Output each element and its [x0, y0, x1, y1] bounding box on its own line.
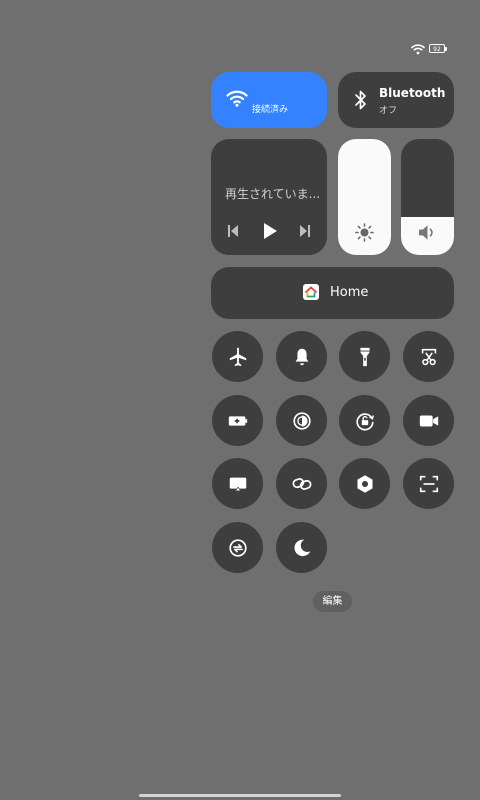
settings-toggle[interactable] — [339, 458, 390, 509]
reading-mode-toggle[interactable] — [276, 395, 327, 446]
data-saver-icon — [228, 538, 247, 557]
settings-hex-icon — [356, 474, 373, 493]
media-player-tile[interactable]: 再生されていま... — [211, 139, 327, 255]
bluetooth-title: Bluetooth — [379, 86, 446, 100]
home-indicator[interactable] — [139, 794, 341, 797]
cast-icon — [229, 477, 246, 491]
notification-toggle[interactable] — [276, 331, 327, 382]
link-icon — [292, 477, 311, 490]
media-title: 再生されていま... — [225, 187, 321, 201]
reading-mode-icon — [292, 411, 311, 430]
home-label: Home — [330, 285, 369, 300]
battery-saver-icon — [228, 415, 247, 426]
battery-saver-toggle[interactable] — [212, 395, 263, 446]
dark-mode-moon-icon — [293, 539, 310, 556]
brightness-slider[interactable] — [338, 139, 391, 255]
rotation-lock-toggle[interactable] — [339, 395, 390, 446]
wifi-status: 接続済み — [252, 105, 289, 115]
rotation-lock-icon — [355, 412, 374, 430]
flashlight-icon — [359, 347, 370, 366]
screenshot-toggle[interactable] — [403, 331, 454, 382]
volume-icon — [419, 225, 433, 240]
bluetooth-status: オフ — [379, 106, 398, 116]
home-tile[interactable]: Home — [211, 267, 454, 319]
status-wifi-icon — [411, 44, 425, 55]
play-icon[interactable] — [262, 222, 278, 240]
screen-recorder-icon — [419, 415, 438, 426]
notification-bell-icon — [295, 348, 308, 365]
previous-track-icon[interactable] — [227, 224, 239, 238]
battery-indicator: 92 — [429, 44, 447, 53]
flashlight-toggle[interactable] — [339, 331, 390, 382]
volume-slider[interactable] — [401, 139, 454, 255]
wifi-icon — [226, 90, 248, 107]
bluetooth-icon — [355, 90, 366, 110]
scan-icon — [419, 475, 438, 492]
google-home-icon — [303, 284, 319, 300]
screenshot-scissors-icon — [421, 348, 436, 365]
airplane-mode-icon — [229, 347, 246, 366]
link-toggle[interactable] — [276, 458, 327, 509]
scanner-toggle[interactable] — [403, 458, 454, 509]
cast-toggle[interactable] — [212, 458, 263, 509]
airplane-mode-toggle[interactable] — [212, 331, 263, 382]
screen-recorder-toggle[interactable] — [403, 395, 454, 446]
data-saver-toggle[interactable] — [212, 522, 263, 573]
dark-mode-toggle[interactable] — [276, 522, 327, 573]
edit-button[interactable]: 編集 — [313, 591, 352, 612]
bluetooth-tile[interactable]: Bluetooth オフ — [338, 72, 454, 128]
brightness-icon — [355, 223, 374, 242]
next-track-icon[interactable] — [299, 224, 311, 238]
wifi-tile[interactable]: 接続済み — [211, 72, 327, 128]
